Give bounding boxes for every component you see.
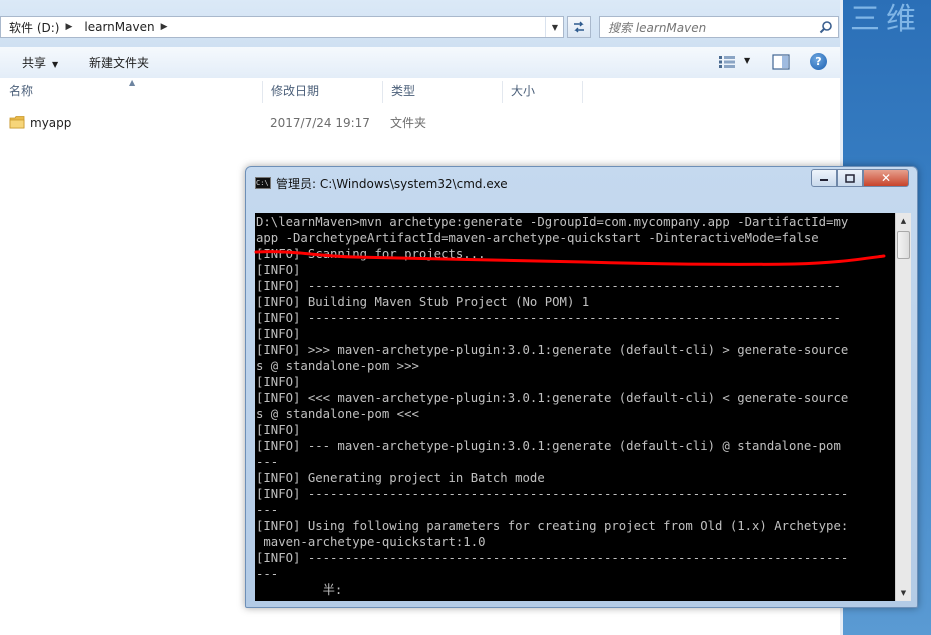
help-icon[interactable]: ?	[810, 53, 827, 70]
annotation-underline	[254, 250, 886, 266]
chevron-down-icon: ▼	[52, 60, 59, 69]
console-line: [INFO] --- maven-archetype-plugin:3.0.1:…	[256, 439, 841, 453]
search-icon[interactable]	[819, 20, 833, 34]
console-line: [INFO] <<< maven-archetype-plugin:3.0.1:…	[256, 391, 849, 405]
console-line: maven-archetype-quickstart:1.0	[256, 535, 486, 549]
chevron-down-icon[interactable]: ▼	[744, 56, 750, 65]
share-label: 共享	[22, 56, 47, 70]
file-type: 文件夹	[390, 116, 427, 130]
console-line: ---	[256, 455, 279, 469]
cmd-window[interactable]: C:\ 管理员: C:\Windows\system32\cmd.exe ✕ D…	[245, 166, 918, 608]
address-history-dropdown[interactable]: ▼	[545, 17, 564, 37]
console-line: [INFO] >>> maven-archetype-plugin:3.0.1:…	[256, 343, 849, 357]
share-button[interactable]: 共享 ▼	[22, 54, 58, 71]
maximize-icon	[845, 173, 855, 183]
column-header: 名称 修改日期 类型 大小	[0, 78, 843, 105]
console-line: [INFO] ---------------------------------…	[256, 311, 841, 325]
cmd-icon[interactable]: C:\	[255, 177, 271, 189]
view-options-icon[interactable]	[719, 56, 735, 68]
minimize-button[interactable]	[811, 169, 837, 187]
column-modified[interactable]: 修改日期	[262, 78, 382, 105]
console-line: [INFO]	[256, 423, 301, 437]
console-line: [INFO]	[256, 327, 301, 341]
close-icon: ✕	[880, 171, 892, 185]
cmd-titlebar[interactable]: C:\ 管理员: C:\Windows\system32\cmd.exe ✕	[246, 167, 917, 199]
refresh-icon	[574, 21, 584, 33]
console-line: s @ standalone-pom <<<	[256, 407, 419, 421]
column-size[interactable]: 大小	[502, 78, 582, 105]
file-name[interactable]: myapp	[30, 112, 71, 134]
console-line: 半:	[256, 583, 343, 597]
address-bar-row: 软件 (D:) ▶ learnMaven ▶ ▼	[0, 0, 843, 47]
folder-icon	[9, 116, 25, 129]
breadcrumb-drive[interactable]: 软件 (D:)	[5, 19, 63, 36]
console-line: [INFO] Generating project in Batch mode	[256, 471, 545, 485]
chevron-right-icon[interactable]: ▶	[63, 22, 80, 32]
command-toolbar: 共享 ▼ 新建文件夹 ▼ ?	[0, 47, 843, 79]
scroll-thumb[interactable]	[897, 231, 910, 259]
scroll-down-arrow-icon[interactable]: ▼	[896, 585, 911, 601]
breadcrumb-folder[interactable]: learnMaven	[80, 20, 158, 34]
console-line: [INFO] ---------------------------------…	[256, 551, 849, 565]
console-line: D:\learnMaven>mvn archetype:generate -Dg…	[256, 215, 849, 229]
console-line: ---	[256, 503, 279, 517]
preview-pane-icon[interactable]	[772, 54, 790, 70]
column-divider[interactable]	[582, 81, 583, 103]
console-line: [INFO] ---------------------------------…	[256, 279, 841, 293]
console-line: ---	[256, 567, 279, 581]
vertical-scrollbar[interactable]: ▲ ▼	[895, 213, 911, 601]
refresh-button[interactable]	[567, 16, 591, 38]
console-line: s @ standalone-pom >>>	[256, 359, 419, 373]
breadcrumb[interactable]: 软件 (D:) ▶ learnMaven ▶ ▼	[0, 16, 564, 38]
console-line: [INFO]	[256, 375, 301, 389]
console-line: [INFO] Building Maven Stub Project (No P…	[256, 295, 590, 309]
minimize-icon	[820, 179, 828, 181]
list-item[interactable]: myapp 2017/7/24 19:17 文件夹	[0, 112, 843, 134]
chevron-right-icon[interactable]: ▶	[159, 22, 176, 32]
desktop-wallpaper-text: 三维	[850, 2, 922, 37]
console-line: [INFO] Using following parameters for cr…	[256, 519, 849, 533]
sort-ascending-icon: ▲	[129, 78, 136, 87]
maximize-button[interactable]	[837, 169, 863, 187]
scroll-up-arrow-icon[interactable]: ▲	[896, 213, 911, 229]
console-line: app -DarchetypeArtifactId=maven-archetyp…	[256, 231, 819, 245]
window-title: 管理员: C:\Windows\system32\cmd.exe	[276, 177, 508, 191]
console-line: [INFO] ---------------------------------…	[256, 487, 849, 501]
search-field[interactable]	[599, 16, 839, 38]
search-input[interactable]	[606, 18, 810, 38]
new-folder-button[interactable]: 新建文件夹	[89, 54, 149, 71]
file-modified: 2017/7/24 19:17	[270, 116, 370, 130]
close-button[interactable]: ✕	[863, 169, 909, 187]
column-type[interactable]: 类型	[382, 78, 502, 105]
